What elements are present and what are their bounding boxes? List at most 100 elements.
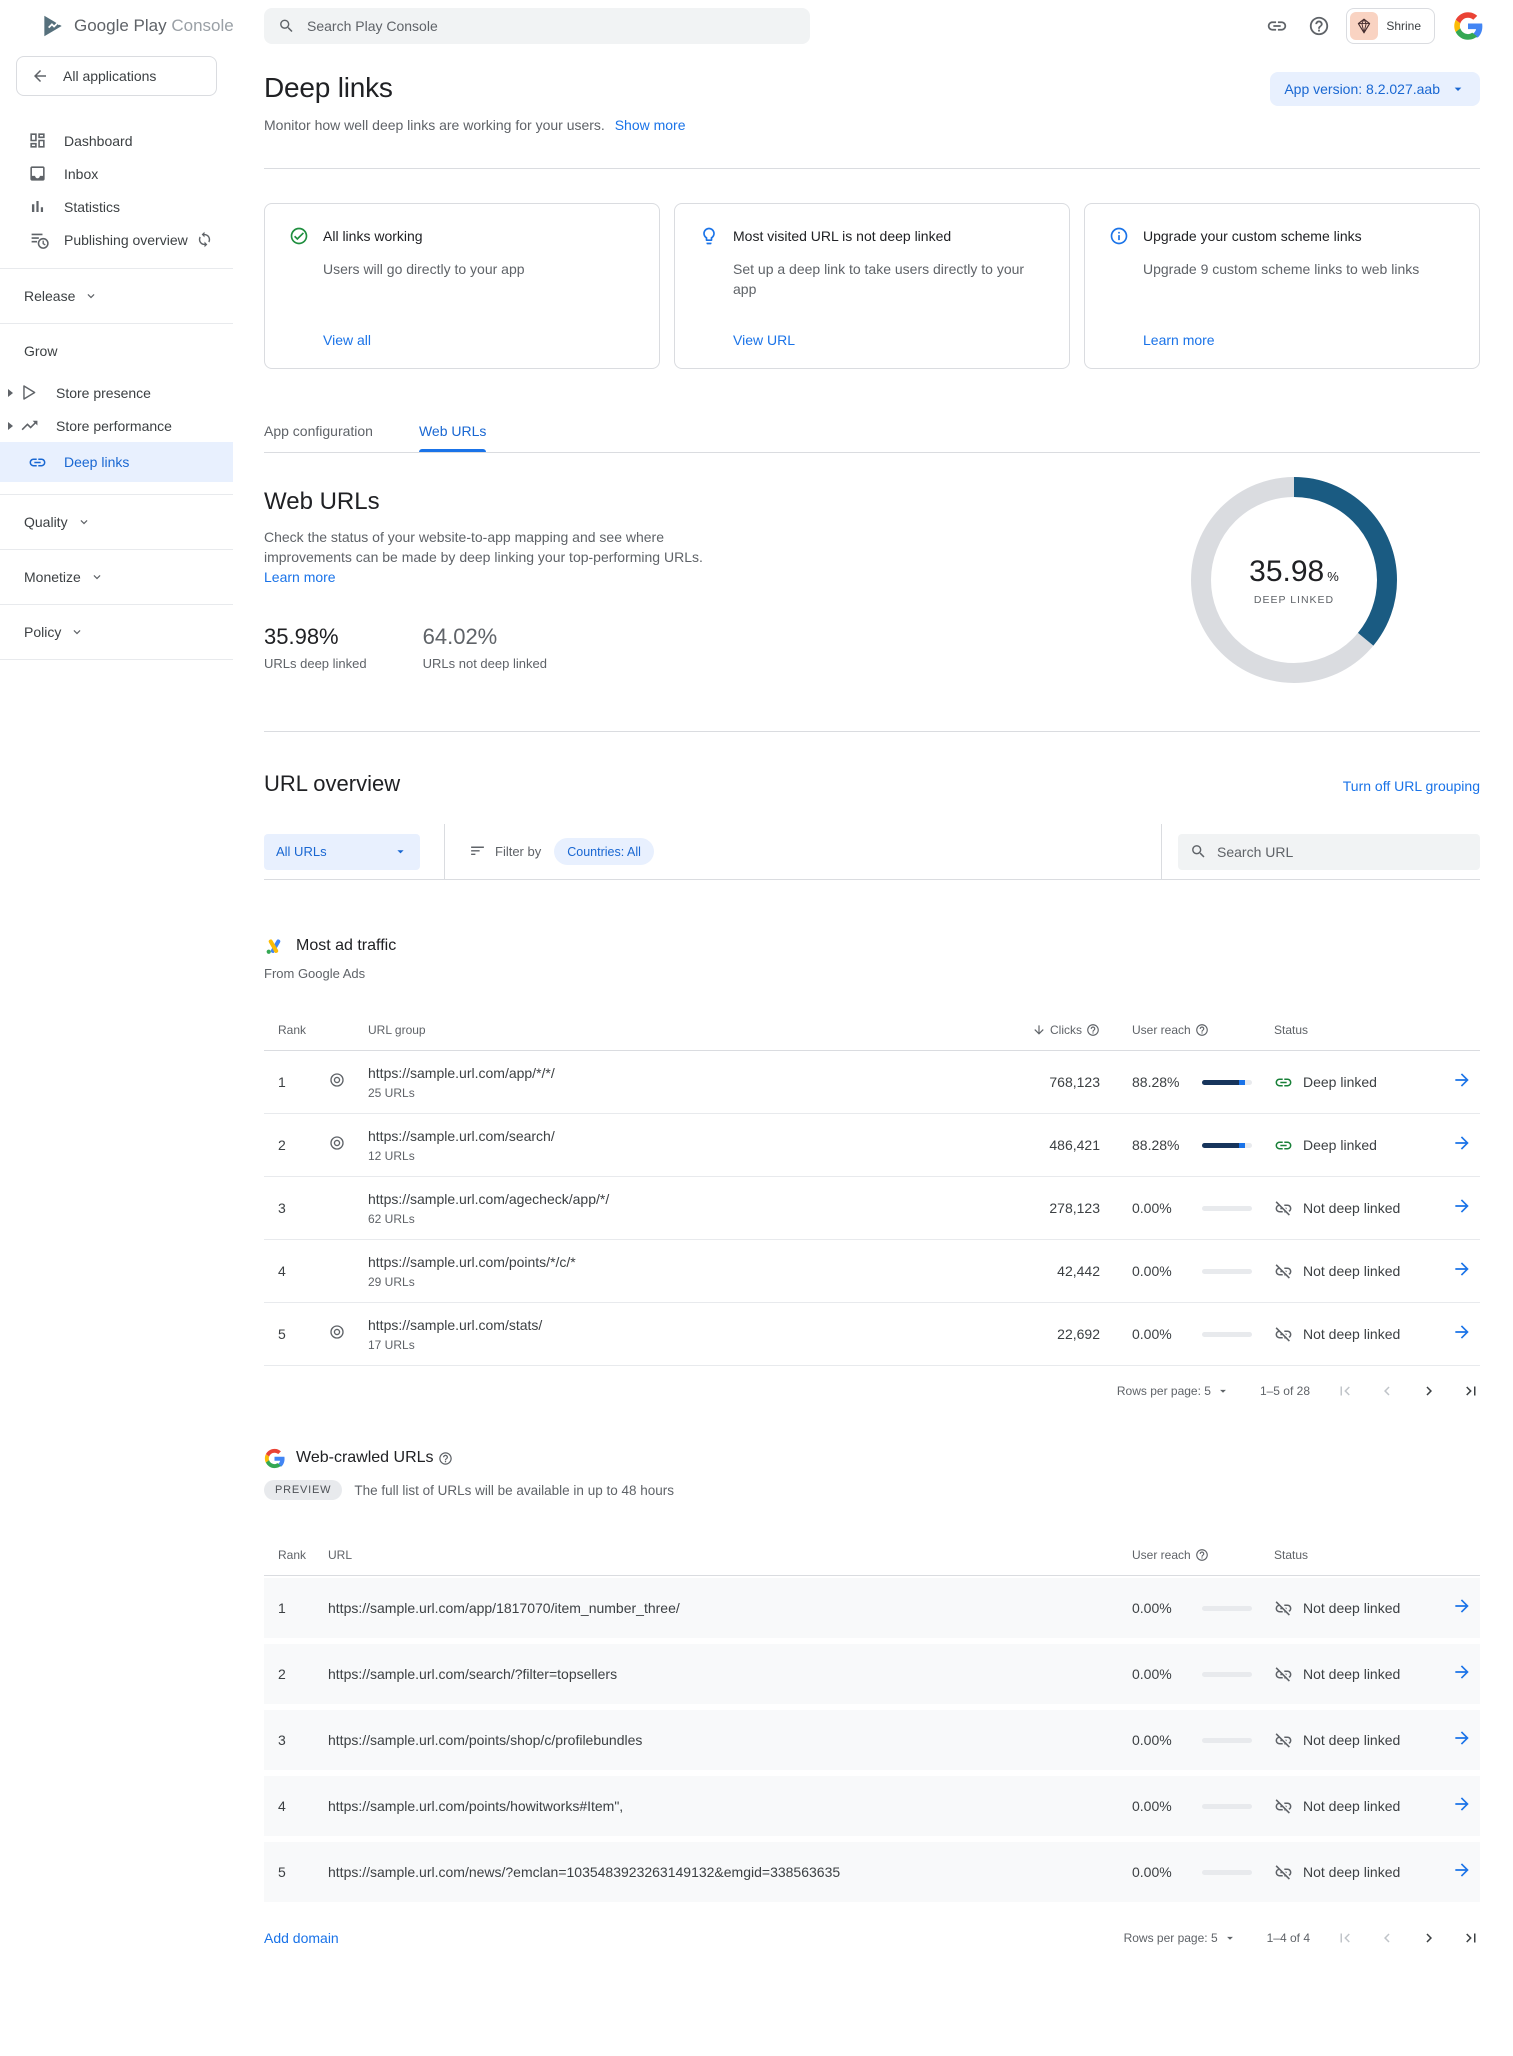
learn-more-link[interactable]: Learn more [1143, 332, 1455, 348]
status-cell: Not deep linked [1274, 1665, 1452, 1684]
table-row[interactable]: 5 https://sample.url.com/news/?emclan=10… [264, 1842, 1480, 1902]
play-console-logo[interactable]: Google Play Console [40, 13, 234, 39]
url-group-cell: https://sample.url.com/stats/ 17 URLs [368, 1316, 980, 1352]
first-page-button[interactable] [1336, 1382, 1354, 1400]
countries-filter-chip[interactable]: Countries: All [554, 838, 654, 865]
link-icon[interactable] [1266, 15, 1288, 37]
arrow-forward-icon[interactable] [1452, 1133, 1472, 1153]
web-crawled-footer: Add domain Rows per page: 5 1–4 of 4 [264, 1920, 1480, 1956]
ad-traffic-table: Rank URL group Clicks User reach Status [264, 1005, 1480, 1366]
app-switcher-chip[interactable]: Shrine [1346, 8, 1435, 44]
back-arrow-icon [31, 67, 49, 85]
turn-off-url-grouping-link[interactable]: Turn off URL grouping [1343, 778, 1480, 794]
table-row[interactable]: 2 https://sample.url.com/search/?filter=… [264, 1644, 1480, 1704]
next-page-button[interactable] [1420, 1382, 1438, 1400]
table-row[interactable]: 5 https://sample.url.com/stats/ 17 URLs … [264, 1303, 1480, 1366]
help-icon[interactable] [1195, 1023, 1209, 1037]
google-account-avatar[interactable] [1453, 11, 1483, 41]
last-page-button[interactable] [1462, 1929, 1480, 1947]
previous-page-button[interactable] [1378, 1382, 1396, 1400]
sidebar-section-quality[interactable]: Quality [0, 507, 233, 537]
sidebar-item-store-performance[interactable]: Store performance [0, 409, 233, 442]
user-reach-cell: 88.28% [1100, 1137, 1274, 1153]
url-search-input[interactable] [1217, 844, 1468, 860]
sidebar-section-policy[interactable]: Policy [0, 617, 233, 647]
arrow-forward-icon[interactable] [1452, 1196, 1472, 1216]
table-row[interactable]: 3 https://sample.url.com/points/shop/c/p… [264, 1710, 1480, 1770]
sidebar-item-publishing-overview[interactable]: Publishing overview [0, 223, 233, 256]
previous-page-button[interactable] [1378, 1929, 1396, 1947]
sidebar-section-monetize[interactable]: Monetize [0, 562, 233, 592]
page-view-icon [328, 1323, 346, 1341]
user-reach-cell: 0.00% [1100, 1263, 1274, 1279]
add-domain-link[interactable]: Add domain [264, 1930, 339, 1946]
rank-cell: 4 [264, 1263, 328, 1279]
page-subtitle: Monitor how well deep links are working … [264, 116, 1480, 134]
all-urls-dropdown[interactable]: All URLs [264, 834, 420, 870]
reach-bar [1202, 1206, 1252, 1211]
app-version-selector[interactable]: App version: 8.2.027.aab [1270, 72, 1480, 106]
filter-icon [469, 843, 486, 860]
help-icon[interactable] [1195, 1548, 1209, 1562]
last-page-button[interactable] [1462, 1382, 1480, 1400]
all-applications-button[interactable]: All applications [16, 56, 217, 96]
table-row[interactable]: 4 https://sample.url.com/points/howitwor… [264, 1776, 1480, 1836]
sidebar-item-deep-links[interactable]: Deep links [0, 442, 233, 482]
check-circle-icon [289, 226, 309, 246]
rows-per-page-selector[interactable]: Rows per page: 5 [1124, 1931, 1237, 1945]
tab-app-configuration[interactable]: App configuration [264, 423, 373, 452]
sync-icon[interactable] [196, 231, 213, 248]
sidebar-item-dashboard[interactable]: Dashboard [0, 124, 233, 157]
help-icon[interactable] [438, 1451, 453, 1466]
arrow-forward-icon[interactable] [1452, 1728, 1472, 1748]
table-row[interactable]: 1 https://sample.url.com/app/*/*/ 25 URL… [264, 1051, 1480, 1114]
view-url-link[interactable]: View URL [733, 332, 1045, 348]
arrow-forward-icon[interactable] [1452, 1322, 1472, 1342]
user-reach-cell: 0.00% [1100, 1732, 1274, 1748]
column-rank: Rank [264, 1547, 328, 1563]
table-row[interactable]: 4 https://sample.url.com/points/*/c/* 29… [264, 1240, 1480, 1303]
play-console-logo-icon [40, 13, 66, 39]
sidebar-item-store-presence[interactable]: Store presence [0, 376, 233, 409]
arrow-forward-icon[interactable] [1452, 1070, 1472, 1090]
help-icon[interactable] [1308, 15, 1330, 37]
table-row[interactable]: 3 https://sample.url.com/agecheck/app/*/… [264, 1177, 1480, 1240]
global-search[interactable] [264, 8, 810, 44]
column-status: Status [1274, 1547, 1452, 1563]
clicks-cell: 42,442 [980, 1263, 1100, 1279]
google-ads-icon [264, 936, 285, 957]
url-search[interactable] [1178, 834, 1480, 870]
sidebar-item-statistics[interactable]: Statistics [0, 190, 233, 223]
expand-caret-icon[interactable] [8, 389, 13, 397]
arrow-forward-icon[interactable] [1452, 1662, 1472, 1682]
tab-web-urls[interactable]: Web URLs [419, 423, 486, 452]
column-url: URL [328, 1547, 1100, 1563]
sidebar-item-label: Deep links [64, 454, 129, 470]
first-page-button[interactable] [1336, 1929, 1354, 1947]
arrow-forward-icon[interactable] [1452, 1794, 1472, 1814]
help-icon[interactable] [1086, 1023, 1100, 1037]
arrow-forward-icon[interactable] [1452, 1860, 1472, 1880]
link-off-icon [1274, 1731, 1293, 1750]
sidebar-section-release[interactable]: Release [0, 281, 233, 311]
next-page-button[interactable] [1420, 1929, 1438, 1947]
table-row[interactable]: 2 https://sample.url.com/search/ 12 URLs… [264, 1114, 1480, 1177]
view-all-link[interactable]: View all [323, 332, 635, 348]
show-more-link[interactable]: Show more [615, 117, 686, 133]
arrow-forward-icon[interactable] [1452, 1596, 1472, 1616]
global-search-input[interactable] [307, 18, 796, 34]
learn-more-link[interactable]: Learn more [264, 569, 336, 585]
caret-down-icon [1450, 81, 1466, 97]
column-clicks[interactable]: Clicks [980, 1022, 1100, 1038]
url-group-cell: https://sample.url.com/points/*/c/* 29 U… [368, 1253, 980, 1289]
table-row[interactable]: 1 https://sample.url.com/app/1817070/ite… [264, 1578, 1480, 1638]
link-off-icon [1274, 1599, 1293, 1618]
sidebar-item-inbox[interactable]: Inbox [0, 157, 233, 190]
arrow-forward-icon[interactable] [1452, 1259, 1472, 1279]
expand-caret-icon[interactable] [8, 422, 13, 430]
top-bar: Google Play Console Shrine [0, 0, 1513, 52]
rows-per-page-selector[interactable]: Rows per page: 5 [1117, 1384, 1230, 1398]
link-off-icon [1274, 1262, 1293, 1281]
reach-bar [1202, 1672, 1252, 1677]
sort-descending-icon [1032, 1023, 1046, 1037]
